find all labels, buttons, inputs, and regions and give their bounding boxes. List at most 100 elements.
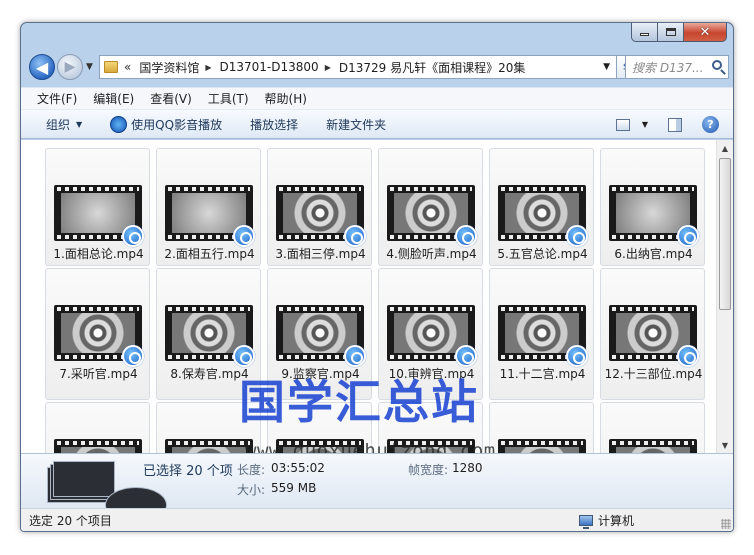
file-tile[interactable]: 10.审辨官.mp4 [378,268,483,400]
menu-tools[interactable]: 工具(T) [208,90,249,107]
thumbnail-frame [283,193,357,233]
recent-pages-dropdown[interactable]: ▼ [86,62,93,72]
play-selection-button[interactable]: 播放选择 [250,116,298,133]
organize-button[interactable]: 组织 ▼ [46,116,82,133]
file-tile[interactable]: 2.面相五行.mp4 [156,148,261,266]
qq-player-icon [110,115,128,133]
caption-buttons: ✕ [631,23,727,42]
scroll-up-icon[interactable]: ▲ [717,140,733,156]
file-name: 7.采听官.mp4 [59,367,138,381]
file-tile[interactable] [600,402,705,453]
details-pane: 已选择 20 个项 长度: 03:55:02 大小: 559 MB 帧宽度: 1… [21,453,733,523]
file-tile[interactable]: 4.侧脸听声.mp4 [378,148,483,266]
file-tile[interactable]: 6.出纳官.mp4 [600,148,705,266]
video-thumbnail [498,439,586,453]
file-tile[interactable] [45,402,150,453]
command-bar-right: ▼ ? [615,116,719,133]
menu-edit[interactable]: 编辑(E) [93,90,134,107]
video-thumbnail [387,439,475,453]
maximize-icon [665,28,676,36]
play-with-qq-button[interactable]: 使用QQ影音播放 [110,115,222,133]
menu-help[interactable]: 帮助(H) [265,90,307,107]
file-tile[interactable]: 1.面相总论.mp4 [45,148,150,266]
navigation-bar: ◀ ▶ ▼ « 国学资料馆 ▶ D13701-D13800 ▶ D13729 易… [29,51,729,83]
search-icon[interactable] [712,60,722,70]
forward-arrow-icon: ▶ [64,59,76,75]
frame-width-label: 帧宽度: [408,463,449,477]
help-icon[interactable]: ? [702,116,719,133]
qq-player-icon [566,345,588,367]
resize-grip[interactable] [721,519,731,529]
qq-player-icon [677,345,699,367]
file-name: 9.监察官.mp4 [281,367,360,381]
length-label: 长度: [237,463,266,477]
thumbnail-frame [505,193,579,233]
thumbnail-frame [172,193,246,233]
address-dropdown-icon[interactable]: ▼ [603,62,610,72]
status-zone: 计算机 [579,512,634,529]
status-selection-text: 选定 20 个项目 [29,514,112,528]
maximize-button[interactable] [658,23,684,42]
video-thumbnail [276,439,364,453]
file-tile[interactable]: 5.五官总论.mp4 [489,148,594,266]
qq-player-icon [233,225,255,247]
close-icon: ✕ [699,24,711,40]
status-bar: 选定 20 个项目 计算机 [21,508,733,531]
close-button[interactable]: ✕ [684,23,727,42]
breadcrumb-arrow-icon[interactable]: ▶ [205,63,211,72]
file-tile[interactable]: 9.监察官.mp4 [267,268,372,400]
thumbnail-frame [394,313,468,353]
qq-player-icon [344,225,366,247]
forward-button[interactable]: ▶ [57,54,83,80]
view-options-chevron-icon[interactable]: ▼ [642,120,648,129]
preview-pane-icon[interactable] [668,117,682,132]
vertical-scrollbar[interactable]: ▲ ▼ [716,140,733,453]
breadcrumb-overflow[interactable]: « [124,60,131,74]
breadcrumb-item[interactable]: 国学资料馆 [139,59,199,76]
minimize-button[interactable] [631,23,658,42]
file-tile[interactable] [267,402,372,453]
file-name: 11.十二宫.mp4 [499,367,586,381]
command-bar: 组织 ▼ 使用QQ影音播放 播放选择 新建文件夹 ▼ ? [21,109,733,139]
qq-player-icon [122,345,144,367]
file-tile[interactable] [489,402,594,453]
back-button[interactable]: ◀ [29,54,55,80]
play-selection-label: 播放选择 [250,117,299,132]
file-tile[interactable]: 3.面相三停.mp4 [267,148,372,266]
file-tile[interactable]: 12.十三部位.mp4 [600,268,705,400]
video-thumbnail [609,439,697,453]
file-tile[interactable] [378,402,483,453]
size-value: 559 MB [271,481,317,495]
file-name: 1.面相总论.mp4 [53,247,144,261]
scroll-thumb[interactable] [719,158,731,310]
file-tile[interactable]: 7.采听官.mp4 [45,268,150,400]
file-grid: 1.面相总论.mp4 2.面相五行.mp4 3.面相三停.mp4 4.侧脸听声.mp4… [45,148,705,453]
file-name: 4.侧脸听声.mp4 [386,247,477,261]
file-view[interactable]: 1.面相总论.mp4 2.面相五行.mp4 3.面相三停.mp4 4.侧脸听声.mp4… [21,140,733,453]
thumbnail-frame [616,193,690,233]
file-tile[interactable]: 8.保寿官.mp4 [156,268,261,400]
scroll-down-icon[interactable]: ▼ [717,437,733,453]
address-bar[interactable]: « 国学资料馆 ▶ D13701-D13800 ▶ D13729 易凡轩《面相课… [99,55,617,79]
frame-width-value: 1280 [452,461,483,475]
file-name: 12.十三部位.mp4 [604,367,703,381]
search-input[interactable]: 搜索 D137... [625,55,729,79]
file-name: 8.保寿官.mp4 [170,367,249,381]
file-tile[interactable] [156,402,261,453]
breadcrumb-arrow-icon[interactable]: ▶ [325,63,331,72]
file-name: 2.面相五行.mp4 [164,247,255,261]
change-view-icon[interactable] [615,118,630,131]
new-folder-button[interactable]: 新建文件夹 [326,116,386,133]
menu-file[interactable]: 文件(F) [37,90,77,107]
explorer-window: ✕ ◀ ▶ ▼ « 国学资料馆 ▶ D13701-D13800 ▶ D13729… [20,22,734,532]
qq-player-icon [344,345,366,367]
thumbnail-frame [394,193,468,233]
new-folder-label: 新建文件夹 [326,117,387,132]
file-tile[interactable]: 11.十二宫.mp4 [489,268,594,400]
length-value: 03:55:02 [271,461,325,475]
thumbnail-frame [61,193,135,233]
breadcrumb-item[interactable]: D13701-D13800 [220,60,319,74]
breadcrumb-item[interactable]: D13729 易凡轩《面相课程》20集 [339,59,526,76]
qq-player-icon [455,345,477,367]
menu-view[interactable]: 查看(V) [150,90,192,107]
